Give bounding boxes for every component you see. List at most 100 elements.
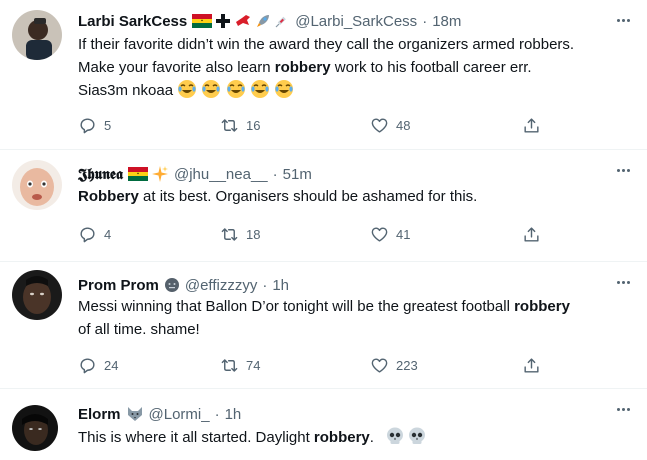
like-count: 48 [396,117,411,133]
text-segment: at its best. Organisers should be ashame… [138,188,478,205]
skull-emoji-icon [409,427,426,444]
tweet-header: 𝕵𝖍𝖚𝖓𝖊𝖆 @jhu__nea__ · 51m [78,163,607,185]
timestamp[interactable]: 51m [283,166,312,183]
separator-dot: · [422,12,428,30]
user-handle[interactable]: @Larbi_SarkCess [295,13,417,30]
highlighted-keyword: robbery [313,429,370,446]
retweet-button[interactable]: 18 [220,222,260,246]
separator-dot: · [262,276,268,294]
blue-circle-icon [164,278,179,292]
tweet-header: Prom Prom @effizzzyy · 1h [78,274,607,296]
joy-emoji-icon [226,80,245,98]
text-segment: work to his football career err. [330,58,532,76]
name-badges [126,406,144,422]
cross-icon [216,14,231,28]
ghana-flag-icon [192,14,213,28]
tweet[interactable]: Prom Prom @effizzzyy · 1h Messi winning … [0,262,647,389]
rocket-icon [257,15,270,27]
reply-count: 4 [104,226,112,242]
user-handle[interactable]: @Lormi_ [149,406,210,423]
more-options-icon[interactable] [613,12,633,28]
reply-count: 5 [104,117,112,133]
joy-emoji-icon [274,80,293,98]
skull-emoji-icon [387,427,404,444]
reply-button[interactable]: 5 [78,113,111,137]
timestamp[interactable]: 1h [225,406,242,423]
separator-dot: · [214,405,220,423]
like-button[interactable]: 41 [370,222,410,246]
tweet-header: Elorm @Lormi_ · 1h [78,403,607,425]
display-name[interactable]: Prom Prom [78,277,159,294]
retweet-button[interactable]: 74 [220,353,260,377]
sparkles-icon [152,166,168,182]
like-button[interactable]: 48 [370,113,410,137]
avatar[interactable] [12,160,62,210]
user-handle[interactable]: @effizzzyy [185,277,257,294]
reply-button[interactable]: 4 [78,222,111,246]
reply-icon [80,226,95,242]
display-name[interactable]: Elorm [78,406,121,423]
highlighted-keyword: Robbery [78,188,139,205]
skull-emoji-group [386,427,426,446]
name-badges [164,277,180,293]
bird-icon [236,15,251,26]
retweet-count: 16 [246,117,261,133]
text-segment: Make your favorite also learn [78,58,275,76]
text-segment: Messi winning that Ballon D’or tonight w… [78,298,515,315]
reply-button[interactable]: 24 [78,353,118,377]
highlighted-keyword: robbery [274,58,331,76]
timestamp[interactable]: 18m [432,13,461,30]
share-button[interactable] [522,113,541,137]
text-segment: of all time. shame! [78,320,200,338]
retweet-icon [221,227,238,241]
tweet-text: Messi winning that Ballon D’or tonight w… [78,296,627,341]
avatar[interactable] [12,10,62,60]
more-options-icon[interactable] [613,401,633,417]
display-name[interactable]: 𝕵𝖍𝖚𝖓𝖊𝖆 [78,166,123,183]
retweet-count: 74 [246,357,261,373]
text-segment: If their favorite didn’t win the award t… [78,36,575,53]
joy-emoji-group [177,80,294,99]
tweet-actions: 5 16 48 [70,113,550,137]
share-button[interactable] [522,222,541,246]
avatar[interactable] [12,270,62,320]
joy-emoji-icon [178,80,197,98]
name-badges [128,165,169,183]
heart-icon [371,357,388,373]
text-segment: Sias3m nkoaa [78,82,174,99]
tweet[interactable]: Elorm @Lormi_ · 1h This is where it all … [0,389,647,460]
retweet-button[interactable]: 16 [220,113,260,137]
tweet-actions: 4 18 41 [70,222,550,246]
more-options-icon[interactable] [613,274,633,290]
highlighted-keyword: robbery [514,298,570,315]
timestamp[interactable]: 1h [272,277,289,294]
retweet-icon [221,358,238,372]
joy-emoji-icon [250,80,269,98]
reply-icon [80,117,95,133]
display-name[interactable]: Larbi SarkCess [78,13,187,30]
tweet[interactable]: 𝕵𝖍𝖚𝖓𝖊𝖆 @jhu__nea__ · 51m Robbery at its … [0,150,647,262]
more-options-icon[interactable] [613,162,633,178]
joy-emoji-icon [202,80,221,98]
share-icon [524,357,539,373]
share-button[interactable] [522,353,541,377]
share-icon [524,117,539,133]
text-segment: This is where it all started. Daylight [78,429,314,446]
tweet-text: This is where it all started. Daylight r… [78,427,627,450]
avatar[interactable] [12,405,58,451]
share-icon [524,226,539,242]
tweet-text: Robbery at its best. Organisers should b… [78,186,627,209]
reply-count: 24 [104,357,119,373]
retweet-count: 18 [246,226,261,242]
ghana-flag-icon [128,167,148,181]
wolf-icon [127,407,142,421]
tweet-text: If their favorite didn’t win the award t… [78,34,627,103]
like-button[interactable]: 223 [370,353,418,377]
name-badges [192,13,290,29]
text-segment: . [369,429,374,446]
like-count: 223 [396,357,418,373]
retweet-icon [221,118,238,132]
tweet-feed: Larbi SarkCess @Larbi_SarkCess · 18m If … [0,0,647,460]
tweet[interactable]: Larbi SarkCess @Larbi_SarkCess · 18m If … [0,0,647,150]
user-handle[interactable]: @jhu__nea__ [174,166,268,183]
